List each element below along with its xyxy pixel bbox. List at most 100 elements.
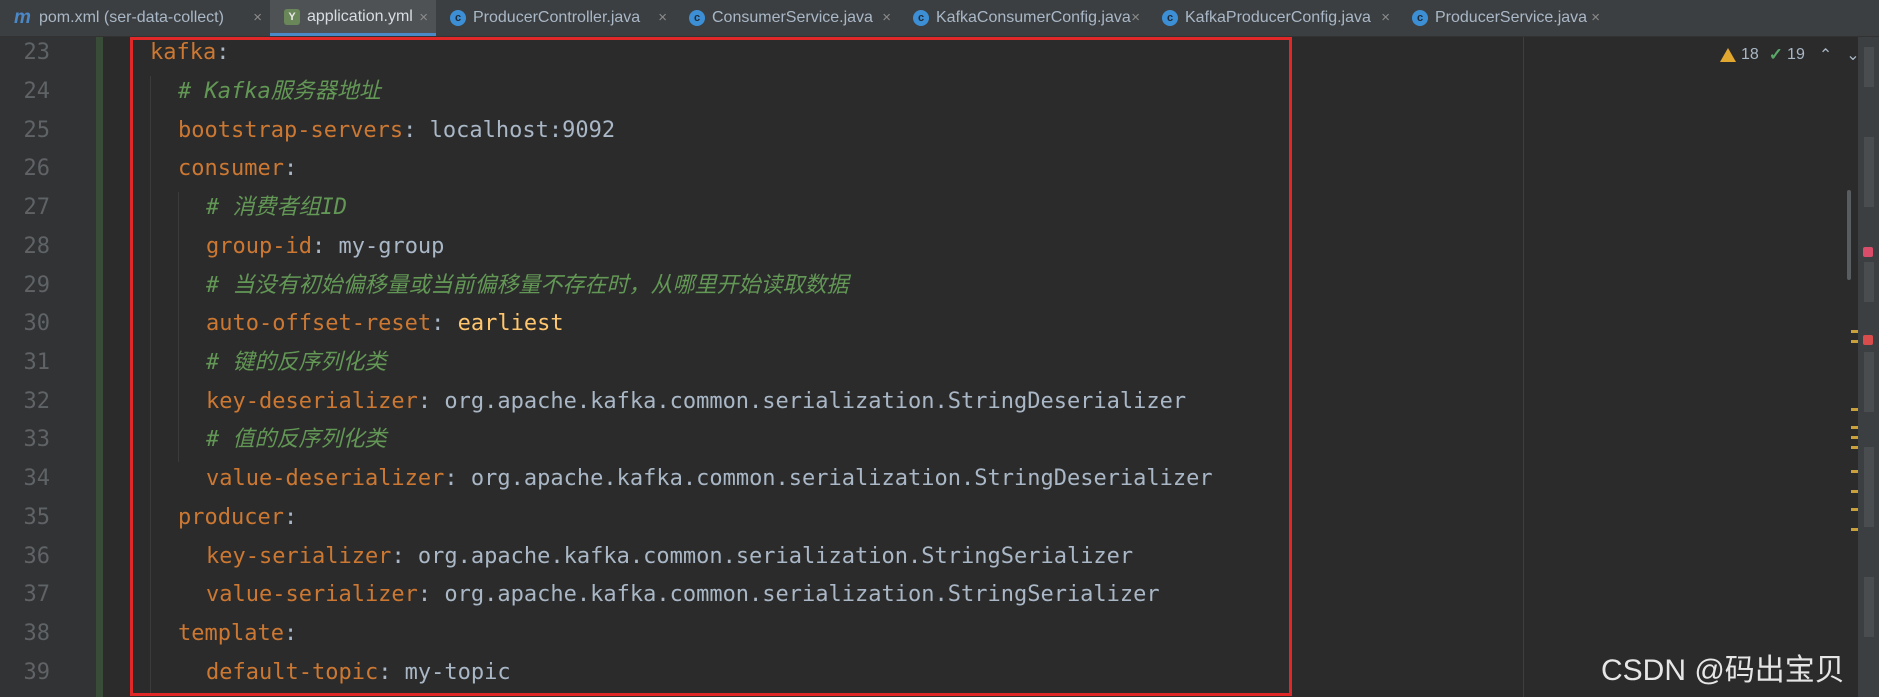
tool-window-tab[interactable] — [1864, 262, 1874, 302]
line-number: 33 — [23, 427, 51, 452]
yaml-key: producer — [178, 505, 284, 530]
weak-warning-check-icon: ✓ — [1768, 45, 1784, 64]
yaml-value: my-group — [325, 234, 445, 259]
yaml-colon: : — [283, 156, 298, 181]
yaml-value: org.apache.kafka.common.serialization.St… — [431, 389, 1187, 414]
close-icon[interactable]: × — [1591, 9, 1600, 26]
code-line-39[interactable]: default-topic: my-topic — [206, 657, 511, 689]
vcs-change-marker — [96, 37, 103, 697]
close-icon[interactable]: × — [419, 9, 428, 26]
code-line-35[interactable]: producer: — [178, 502, 297, 534]
code-line-34[interactable]: value-deserializer: org.apache.kafka.com… — [206, 463, 1213, 495]
java-class-icon: c — [1412, 10, 1428, 26]
yaml-comment: # 消费者组ID — [206, 195, 347, 220]
yaml-colon: : — [417, 389, 432, 414]
yaml-value: earliest — [444, 311, 564, 336]
java-class-icon: c — [913, 10, 929, 26]
line-number: 26 — [23, 156, 51, 181]
vertical-scrollbar-thumb[interactable] — [1847, 190, 1851, 280]
code-line-36[interactable]: key-serializer: org.apache.kafka.common.… — [206, 541, 1133, 573]
yaml-colon: : — [311, 234, 326, 259]
tool-window-tab[interactable] — [1864, 352, 1874, 412]
line-number: 38 — [23, 621, 51, 646]
line-number: 25 — [23, 118, 51, 143]
yaml-colon: : — [431, 311, 445, 336]
code-line-23[interactable]: kafka: — [150, 37, 229, 69]
tab-label: pom.xml (ser-data-collect) — [39, 9, 224, 26]
code-line-37[interactable]: value-serializer: org.apache.kafka.commo… — [206, 579, 1160, 611]
tab-producer-controller[interactable]: c ProducerController.java × — [436, 0, 675, 36]
yaml-key: value-serializer — [206, 582, 418, 607]
line-number: 30 — [23, 311, 51, 336]
tab-pom-xml[interactable]: m pom.xml (ser-data-collect) × — [0, 0, 270, 36]
close-icon[interactable]: × — [253, 9, 262, 26]
right-margin-guide — [1523, 37, 1524, 697]
yaml-comment: # Kafka服务器地址 — [178, 79, 381, 104]
warning-count: 18 — [1741, 46, 1759, 63]
close-icon[interactable]: × — [1131, 9, 1140, 26]
tab-label: ConsumerService.java — [712, 9, 873, 26]
tab-producer-service[interactable]: c ProducerService.java × — [1398, 0, 1608, 36]
code-line-32[interactable]: key-deserializer: org.apache.kafka.commo… — [206, 386, 1186, 418]
yaml-value: org.apache.kafka.common.serialization.St… — [404, 544, 1134, 569]
close-icon[interactable]: × — [882, 9, 891, 26]
yaml-colon: : — [216, 40, 230, 65]
yaml-colon: : — [444, 466, 458, 491]
editor-tab-bar: m pom.xml (ser-data-collect) × Y applica… — [0, 0, 1879, 37]
close-icon[interactable]: × — [658, 9, 667, 26]
yaml-comment: # 键的反序列化类 — [206, 350, 387, 375]
csdn-watermark: CSDN @码出宝贝 — [1601, 654, 1845, 687]
tool-window-tab[interactable] — [1864, 577, 1874, 637]
tool-window-tab[interactable] — [1864, 447, 1874, 527]
code-line-28[interactable]: group-id: my-group — [206, 231, 444, 263]
code-line-27[interactable]: # 消费者组ID — [206, 192, 347, 224]
java-class-icon: c — [1162, 10, 1178, 26]
line-number: 28 — [23, 234, 51, 259]
tool-window-tab[interactable] — [1864, 47, 1874, 87]
yaml-colon: : — [403, 118, 417, 143]
code-line-33[interactable]: # 值的反序列化类 — [206, 424, 387, 456]
yaml-value: localhost:9092 — [416, 118, 616, 143]
tab-label: ProducerService.java — [1435, 9, 1588, 26]
line-number: 29 — [23, 273, 51, 298]
indent-guide — [150, 76, 151, 696]
warning-icon — [1720, 48, 1736, 62]
tab-kafka-consumer-config[interactable]: c KafkaConsumerConfig.java × — [899, 0, 1148, 36]
tab-kafka-producer-config[interactable]: c KafkaProducerConfig.java × — [1148, 0, 1398, 36]
line-number: 37 — [23, 582, 51, 607]
inspection-widget[interactable]: 18 ✓ 19 ⌃ ⌄ — [1720, 44, 1860, 66]
yaml-colon: : — [283, 505, 298, 530]
yaml-key: bootstrap-servers — [178, 118, 404, 143]
code-line-24[interactable]: # Kafka服务器地址 — [178, 76, 381, 108]
close-icon[interactable]: × — [1381, 9, 1390, 26]
line-number: 35 — [23, 505, 51, 530]
yaml-colon: : — [391, 544, 405, 569]
tab-label: KafkaProducerConfig.java — [1185, 9, 1371, 26]
tab-consumer-service[interactable]: c ConsumerService.java × — [675, 0, 899, 36]
yaml-key: auto-offset-reset — [206, 311, 432, 336]
tab-label: KafkaConsumerConfig.java — [936, 9, 1131, 26]
tool-window-tab[interactable] — [1864, 137, 1874, 207]
yaml-key: key-serializer — [206, 544, 392, 569]
line-number: 24 — [23, 79, 51, 104]
yaml-colon: : — [378, 660, 392, 685]
yaml-comment: # 值的反序列化类 — [206, 427, 387, 452]
line-number: 34 — [23, 466, 51, 491]
plugin-icon[interactable] — [1863, 335, 1873, 345]
code-line-26[interactable]: consumer: — [178, 153, 297, 185]
yaml-colon: : — [417, 582, 432, 607]
code-line-25[interactable]: bootstrap-servers: localhost:9092 — [178, 115, 615, 147]
code-line-31[interactable]: # 键的反序列化类 — [206, 347, 387, 379]
code-line-38[interactable]: template: — [178, 618, 297, 650]
line-number: 27 — [23, 195, 51, 220]
plugin-icon[interactable] — [1863, 247, 1873, 257]
code-line-29[interactable]: # 当没有初始偏移量或当前偏移量不存在时，从哪里开始读取数据 — [206, 270, 849, 302]
line-number: 31 — [23, 350, 51, 375]
indent-guide — [178, 192, 179, 462]
yaml-key: default-topic — [206, 660, 379, 685]
line-number: 39 — [23, 660, 51, 685]
code-line-30[interactable]: auto-offset-reset: earliest — [206, 308, 564, 340]
tab-application-yml[interactable]: Y application.yml × — [270, 0, 436, 36]
previous-highlight-icon[interactable]: ⌃ — [1819, 45, 1832, 65]
yaml-key: value-deserializer — [206, 466, 445, 491]
